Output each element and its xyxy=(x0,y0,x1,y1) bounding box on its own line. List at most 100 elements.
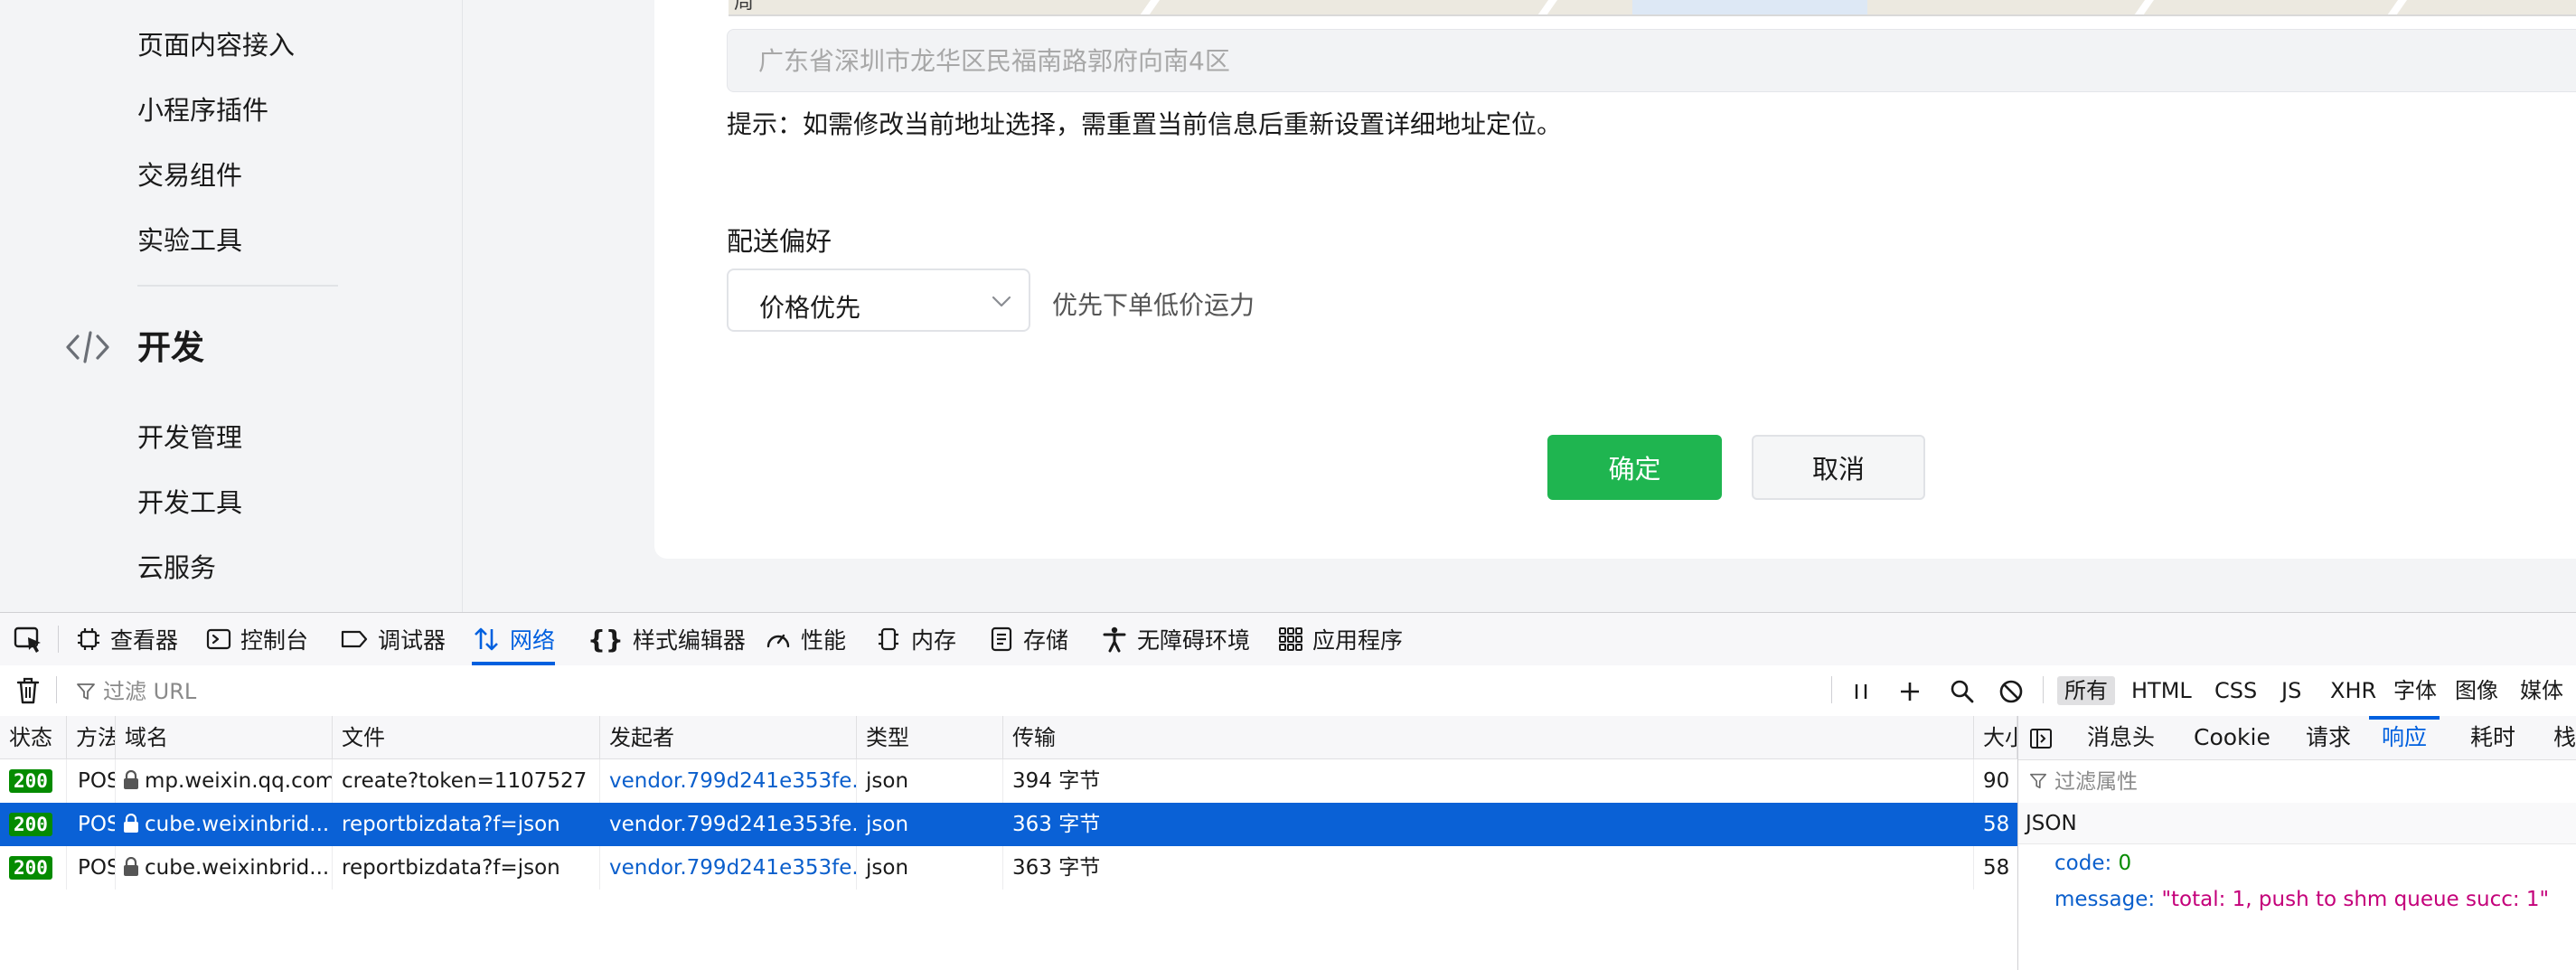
sidebar-item-dev-tools[interactable]: 开发工具 xyxy=(137,490,242,516)
tab-stack[interactable]: 栈 xyxy=(2553,716,2576,759)
tab-label: 内存 xyxy=(911,627,957,654)
type-filter-html[interactable]: HTML xyxy=(2124,676,2199,705)
block-icon[interactable] xyxy=(1998,678,2025,705)
sidebar-item-trade-component[interactable]: 交易组件 xyxy=(137,163,242,189)
status-cell: 200 xyxy=(0,846,67,890)
tab-memory[interactable]: 内存 xyxy=(875,613,956,665)
sidebar-item-lab-tools[interactable]: 实验工具 xyxy=(137,228,242,254)
lock-icon xyxy=(124,769,138,789)
toggle-sidebar-icon[interactable] xyxy=(2029,727,2053,750)
tab-storage[interactable]: 存储 xyxy=(989,613,1068,665)
toolbar-separator xyxy=(56,676,57,703)
confirm-button[interactable]: 确定 xyxy=(1547,435,1722,500)
trash-icon[interactable] xyxy=(14,676,42,705)
add-request-icon[interactable] xyxy=(1898,680,1922,703)
tab-response[interactable]: 响应 xyxy=(2369,716,2440,759)
type-filter-xhr[interactable]: XHR xyxy=(2323,676,2383,705)
sidebar-item-page-content[interactable]: 页面内容接入 xyxy=(137,33,295,59)
file-cell: create?token=1107527 xyxy=(333,759,600,803)
json-key: message: xyxy=(2054,888,2156,911)
json-entry-message: message: "total: 1, push to shm queue su… xyxy=(2054,888,2549,911)
type-filter-all[interactable]: 所有 xyxy=(2057,676,2115,705)
json-section-header[interactable]: JSON xyxy=(2018,803,2576,844)
type-filter-image[interactable]: 图像 xyxy=(2448,676,2505,705)
element-picker-icon[interactable] xyxy=(13,624,43,655)
tab-headers[interactable]: 消息头 xyxy=(2087,716,2155,759)
pause-icon[interactable] xyxy=(1849,680,1873,703)
transfer-cell: 363 字节 xyxy=(1012,813,1101,836)
network-filter-bar: 所有 HTML CSS JS XHR 字体 图像 媒体 xyxy=(0,665,2576,717)
tab-debugger[interactable]: 调试器 xyxy=(340,613,446,665)
column-header-initiator[interactable]: 发起者 xyxy=(600,716,857,759)
json-entry-code: code: 0 xyxy=(2054,852,2131,875)
delivery-preference-hint: 优先下单低价运力 xyxy=(1052,290,1255,320)
cancel-button[interactable]: 取消 xyxy=(1752,435,1925,500)
column-header-transfer[interactable]: 传输 xyxy=(1003,716,1974,759)
initiator-cell[interactable]: vendor.799d241e353fe... xyxy=(600,846,857,890)
accessibility-icon xyxy=(1103,626,1126,653)
filter-icon xyxy=(77,683,95,700)
chevron-down-icon xyxy=(992,296,1011,307)
type-filter-media[interactable]: 媒体 xyxy=(2513,676,2571,705)
size-cell: 90 字节 xyxy=(1983,769,2017,793)
column-header-status[interactable]: 状态 xyxy=(0,716,67,759)
details-tabs: 消息头 Cookie 请求 响应 耗时 栈 xyxy=(2018,716,2576,760)
sidebar-group-dev[interactable]: 开发 xyxy=(137,331,204,364)
column-header-domain[interactable]: 域名 xyxy=(116,716,333,759)
type-filter-font[interactable]: 字体 xyxy=(2386,676,2444,705)
address-input[interactable] xyxy=(727,29,2576,92)
tab-network[interactable]: 网络 xyxy=(472,613,556,665)
tab-timings[interactable]: 耗时 xyxy=(2470,716,2515,759)
storage-icon xyxy=(991,626,1012,652)
file-cell: reportbizdata?f=json xyxy=(342,813,560,836)
tab-accessibility[interactable]: 无障碍环境 xyxy=(1101,613,1250,665)
map-water xyxy=(1632,0,1867,14)
table-row-selected[interactable]: 200 POST cube.weixinbrid... reportbizdat… xyxy=(0,803,2017,846)
domain-text: cube.weixinbrid... xyxy=(145,813,330,836)
initiator-cell[interactable]: vendor.799d241e353fe... xyxy=(600,803,857,846)
tab-request[interactable]: 请求 xyxy=(2306,716,2351,759)
tab-performance[interactable]: 性能 xyxy=(765,613,846,665)
delivery-preference-select[interactable]: 价格优先 xyxy=(727,268,1030,332)
initiator-cell[interactable]: vendor.799d241e353fe... xyxy=(600,759,857,803)
domain-cell: cube.weixinbrid... xyxy=(116,803,333,846)
column-header-type[interactable]: 类型 xyxy=(857,716,1003,759)
type-filter-css[interactable]: CSS xyxy=(2207,676,2264,705)
network-icon xyxy=(475,627,498,651)
url-filter-input[interactable] xyxy=(101,674,1849,709)
column-header-method[interactable]: 方法 xyxy=(67,716,116,759)
map-road xyxy=(2125,0,2161,14)
inspector-icon xyxy=(78,628,99,650)
toolbar-separator xyxy=(58,626,59,653)
type-filter-js[interactable]: JS xyxy=(2274,676,2308,705)
column-header-file[interactable]: 文件 xyxy=(333,716,600,759)
file-cell: reportbizdata?f=json xyxy=(333,846,600,890)
tab-label: 性能 xyxy=(801,627,847,654)
type-cell: json xyxy=(857,759,1003,803)
method-cell: POST xyxy=(67,759,116,803)
address-tip: 提示：如需修改当前地址选择，需重置当前信息后重新设置详细地址定位。 xyxy=(727,109,1563,139)
tab-cookie[interactable]: Cookie xyxy=(2194,716,2270,759)
tab-style-editor[interactable]: {} 样式编辑器 xyxy=(588,613,746,665)
property-filter-input[interactable] xyxy=(2053,767,2562,797)
search-icon[interactable] xyxy=(1949,678,1976,705)
tab-application[interactable]: 应用程序 xyxy=(1278,613,1403,665)
application-icon xyxy=(1279,627,1302,651)
table-row[interactable]: 200 POST cube.weixinbrid... reportbizdat… xyxy=(0,846,2017,890)
json-value: 0 xyxy=(2118,852,2132,875)
sidebar-item-cloud-service[interactable]: 云服务 xyxy=(137,555,216,581)
size-cell: 58 字节 xyxy=(1983,813,2017,836)
column-header-size[interactable]: 大小 xyxy=(1974,716,2017,759)
sidebar-divider xyxy=(137,285,338,287)
map-road xyxy=(1131,0,1167,14)
map-label: 周 xyxy=(734,0,794,11)
map-view[interactable]: 周 xyxy=(729,0,2576,16)
sidebar-item-dev-management[interactable]: 开发管理 xyxy=(137,425,242,451)
tab-inspector[interactable]: 查看器 xyxy=(76,613,178,665)
tab-console[interactable]: 控制台 xyxy=(206,613,308,665)
sidebar-item-mini-program-plugin[interactable]: 小程序插件 xyxy=(137,98,268,124)
property-filter-bar xyxy=(2018,759,2576,804)
table-row[interactable]: 200 POST mp.weixin.qq.com create?token=1… xyxy=(0,759,2017,803)
transfer-cell: 394 字节 xyxy=(1003,759,1974,803)
performance-icon xyxy=(766,634,790,648)
